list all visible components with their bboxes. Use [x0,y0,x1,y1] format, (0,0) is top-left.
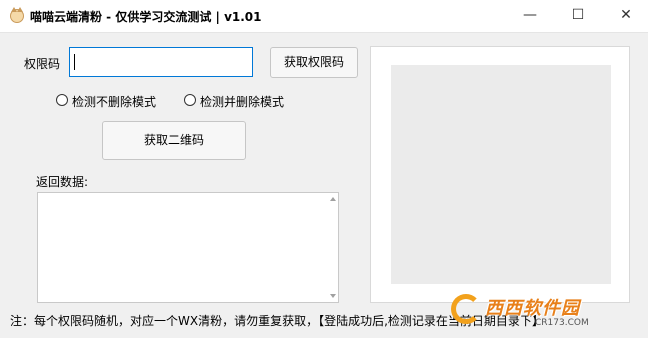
watermark: 西西软件园 CR173.COM [445,290,645,334]
maximize-button[interactable]: ☐ [556,0,600,32]
window-title: 喵喵云端清粉 - 仅供学习交流测试 | v1.01 [30,10,262,24]
radio-detect-only-label[interactable]: 检测不删除模式 [72,93,156,110]
title-bar: 喵喵云端清粉 - 仅供学习交流测试 | v1.01 — ☐ ✕ [0,0,648,33]
minimize-button[interactable]: — [508,0,552,32]
watermark-text: 西西软件园 [485,298,580,319]
scroll-up-arrow-icon[interactable] [330,197,336,201]
watermark-subtext: CR173.COM [535,318,589,328]
radio-detect-only[interactable] [56,94,68,106]
return-data-textarea[interactable] [37,192,339,303]
code-label: 权限码 [24,57,61,71]
qr-code-image [391,65,611,284]
get-code-button[interactable]: 获取权限码 [270,47,358,78]
close-button[interactable]: ✕ [604,0,648,32]
qr-code-panel [370,46,630,303]
text-caret [74,54,75,70]
scroll-down-arrow-icon[interactable] [330,294,336,298]
code-input[interactable] [69,47,253,77]
cat-icon [10,7,24,23]
watermark-logo-icon [451,294,481,324]
radio-detect-delete-label[interactable]: 检测并删除模式 [200,93,284,110]
get-qr-button[interactable]: 获取二维码 [102,121,246,160]
radio-detect-delete[interactable] [184,94,196,106]
return-data-label: 返回数据: [36,175,89,189]
